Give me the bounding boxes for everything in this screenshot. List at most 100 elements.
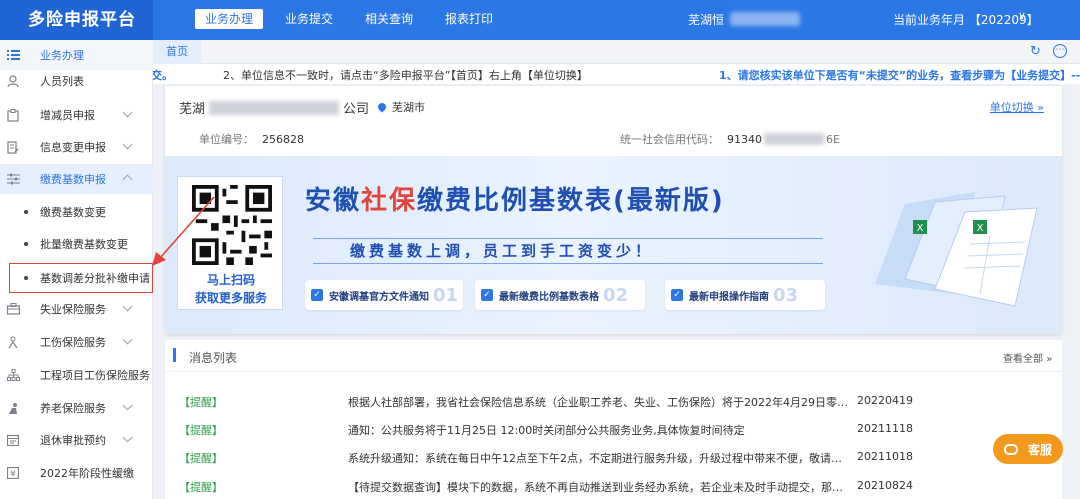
sidebar-subitem-batch-base-change[interactable]: 批量缴费基数变更 xyxy=(0,229,153,259)
redacted-company-name xyxy=(209,100,340,115)
sidebar-item-label: 失业保险服务 xyxy=(40,303,106,316)
banner-chip-2: ✓ 最新缴费比例基数表格 02 xyxy=(475,280,645,310)
see-all-link[interactable]: 查看全部 » xyxy=(1003,350,1052,365)
injury-icon xyxy=(6,335,20,349)
sidebar-item-deferral[interactable]: ¥ 2022年阶段性缓缴 xyxy=(0,458,153,488)
banner-chip-3: ✓ 最新申报操作指南 03 xyxy=(665,280,825,310)
sidebar-item-person-list[interactable]: 人员列表 xyxy=(0,66,153,96)
city-label: 芜湖市 xyxy=(392,101,425,114)
more-icon[interactable]: ⋯ xyxy=(1053,44,1067,58)
notice-marquee: 交。 2、单位信息不一致时，请点击“多险申报平台”【首页】右上角【单位切换】 1… xyxy=(153,64,1080,84)
nav-report-print[interactable]: 报表打印 xyxy=(435,9,503,29)
chevron-down-icon xyxy=(122,107,133,118)
credit-code-suffix: 6E xyxy=(826,132,840,146)
redacted-credit-code xyxy=(764,133,824,145)
refresh-icon[interactable]: ↻ xyxy=(1030,44,1041,59)
message-date: 20211118 xyxy=(857,422,913,435)
sidebar-item-pension[interactable]: 养老保险服务 xyxy=(0,393,153,423)
qr-caption-line2: 获取更多服务 xyxy=(194,291,267,305)
sidebar-item-label: 缴费基数申报 xyxy=(40,173,106,186)
double-chevron-right-icon: » xyxy=(1037,101,1044,114)
coin-icon: ¥ xyxy=(6,466,20,480)
message-tag: 【提醒】 xyxy=(179,452,223,465)
checkbox-checked-icon: ✓ xyxy=(311,289,323,301)
message-text[interactable]: 通知：公共服务将于11月25日 12:00时关闭部分公共服务业务,具体恢复时间待… xyxy=(348,422,848,438)
tab-bar: 首页 ↻ ⋯ xyxy=(153,40,1080,64)
unit-number-label: 单位编号： xyxy=(199,133,254,146)
brand-title: 多险申报平台 xyxy=(0,0,153,40)
sidebar-item-label: 增减员申报 xyxy=(40,109,95,122)
sidebar: 业务办理 人员列表 增减员申报 信息变更申报 缴费基数申报 缴费基数变更 批量缴… xyxy=(0,40,153,499)
message-list: 消息列表 查看全部 » 【提醒】 根据人社部部署，我省社会保险信息系统（企业职工… xyxy=(165,340,1062,499)
banner-chip-1: ✓ 安徽调基官方文件通知 01 xyxy=(305,280,463,310)
location-pin-icon xyxy=(376,101,388,113)
nav-business-handle[interactable]: 业务办理 xyxy=(195,9,264,29)
sidebar-item-add-remove[interactable]: 增减员申报 xyxy=(0,100,153,130)
message-tag: 【提醒】 xyxy=(179,481,223,494)
sidebar-item-base-declare[interactable]: 缴费基数申报 xyxy=(0,164,153,194)
chip-text: 最新申报操作指南 xyxy=(689,291,769,303)
message-row[interactable]: 【提醒】 【待提交数据查询】模块下的数据，系统不再自动推送到业务经办系统，若企业… xyxy=(165,473,1062,499)
credit-code: 统一社会信用代码： 91340 6E xyxy=(620,131,840,147)
banner-title-part: 缴费比例基数表(最新版) xyxy=(417,186,725,216)
svg-text:X: X xyxy=(977,223,984,234)
tab-home[interactable]: 首页 xyxy=(153,40,201,64)
company-name-suffix: 公司 xyxy=(343,102,370,117)
message-row[interactable]: 【提醒】 根据人社部部署，我省社会保险信息系统（企业职工养老、失业、工伤保险）将… xyxy=(165,388,1062,414)
document-edit-icon xyxy=(6,140,20,154)
message-text[interactable]: 【待提交数据查询】模块下的数据，系统不再自动推送到业务经办系统，若企业未及时手动… xyxy=(348,479,848,495)
banner-subtitle: 缴费基数上调，员工到手工资变少！ xyxy=(350,242,655,260)
top-bar: 多险申报平台 业务办理 业务提交 相关查询 报表打印 芜湖恒 当前业务年月 【2… xyxy=(0,0,1080,40)
sidebar-item-injury[interactable]: 工伤保险服务 xyxy=(0,327,153,357)
sidebar-item-retirement[interactable]: 退休审批预约 xyxy=(0,425,153,455)
nav-related-query[interactable]: 相关查询 xyxy=(355,9,423,29)
sidebar-item-project-injury[interactable]: 工程项目工伤保险服务 xyxy=(0,360,153,390)
sidebar-item-info-change[interactable]: 信息变更申报 xyxy=(0,132,153,162)
business-period[interactable]: 当前业务年月 【202209】 xyxy=(893,11,1039,28)
switch-unit-label: 单位切换 xyxy=(989,101,1034,114)
message-date: 20220419 xyxy=(857,394,913,407)
chevron-down-icon xyxy=(122,400,133,411)
message-tag: 【提醒】 xyxy=(179,424,223,437)
sidebar-item-unemployment[interactable]: 失业保险服务 xyxy=(0,294,153,324)
company-name: 芜湖 公司 xyxy=(179,98,369,117)
message-text[interactable]: 根据人社部部署，我省社会保险信息系统（企业职工养老、失业、工伤保险）将于2022… xyxy=(348,394,848,410)
message-row[interactable]: 【提醒】 通知：公共服务将于11月25日 12:00时关闭部分公共服务业务,具体… xyxy=(165,416,1062,442)
credit-code-prefix: 91340 xyxy=(727,132,762,146)
calendar-icon xyxy=(6,433,20,447)
chevron-down-icon xyxy=(122,432,133,443)
message-text[interactable]: 系统升级通知：系统在每日中午12点至下午2点，不定期进行服务升级，升级过程中带来… xyxy=(348,450,848,466)
chip-number: 02 xyxy=(603,284,629,306)
chevron-down-icon xyxy=(122,301,133,312)
promo-banner[interactable]: 马上扫码 获取更多服务 安徽社保缴费比例基数表(最新版) 缴费基数上调，员工到手… xyxy=(165,156,1062,334)
bullet-icon xyxy=(24,210,28,214)
sidebar-item-label: 2022年阶段性缓缴 xyxy=(40,467,134,480)
message-row[interactable]: 【提醒】 系统升级通知：系统在每日中午12点至下午2点，不定期进行服务升级，升级… xyxy=(165,444,1062,470)
nav-business-submit[interactable]: 业务提交 xyxy=(275,9,343,29)
chevron-up-icon xyxy=(122,174,133,185)
chevron-down-icon[interactable]: ∨ xyxy=(1018,9,1026,22)
chip-text: 安徽调基官方文件通知 xyxy=(329,291,429,303)
message-tag: 【提醒】 xyxy=(179,396,223,409)
credit-code-label: 统一社会信用代码： xyxy=(620,133,719,146)
double-chevron-right-icon: » xyxy=(1046,354,1053,365)
sidebar-item-label: 信息变更申报 xyxy=(40,141,106,154)
sidebar-item-label: 养老保险服务 xyxy=(40,402,106,415)
sidebar-item-label: 批量缴费基数变更 xyxy=(40,238,128,251)
sidebar-item-label: 缴费基数变更 xyxy=(40,206,106,219)
chevron-down-icon xyxy=(122,139,133,150)
marquee-text: 交。 xyxy=(153,69,173,82)
customer-service-label: 客服 xyxy=(1027,442,1052,457)
menu-list-icon xyxy=(6,48,20,62)
see-all-label: 查看全部 xyxy=(1003,354,1043,365)
company-city: 芜湖市 xyxy=(376,99,425,115)
redacted-unit-name xyxy=(730,12,800,26)
briefcase-icon xyxy=(6,302,20,316)
person-icon xyxy=(6,74,20,88)
sidebar-subitem-base-change[interactable]: 缴费基数变更 xyxy=(0,197,153,227)
current-unit-name: 芜湖恒 xyxy=(688,13,725,27)
svg-text:X: X xyxy=(917,223,924,234)
customer-service-button[interactable]: 客服 xyxy=(993,434,1063,464)
switch-unit-link[interactable]: 单位切换 » xyxy=(990,99,1044,115)
marquee-text: 1、请您核实该单位下是否有“未提交”的业务，查看步骤为【业务提交】--- xyxy=(719,69,1080,82)
